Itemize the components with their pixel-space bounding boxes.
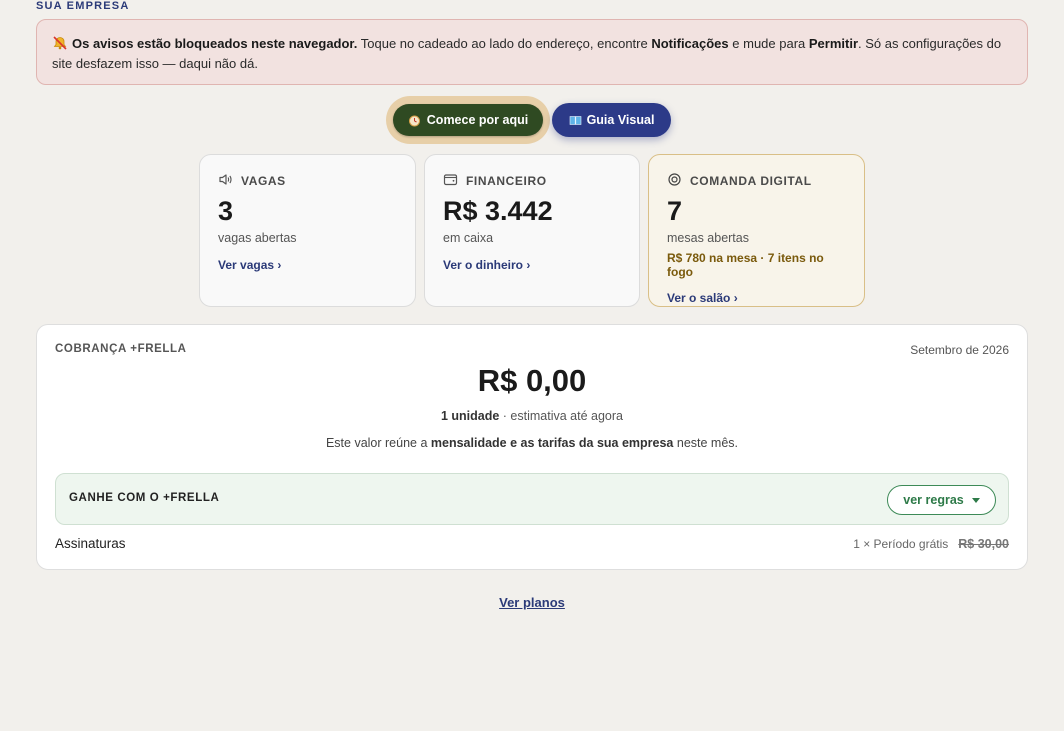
card-financeiro-value: R$ 3.442 <box>443 196 553 226</box>
billing-desc-1: Este valor reúne a <box>325 436 431 450</box>
card-financeiro-sub: em caixa <box>443 231 494 245</box>
see-rules-button[interactable]: ver regras <box>887 485 996 515</box>
alert-allow: Permitir <box>808 36 859 51</box>
card-vagas-title: VAGAS <box>241 174 286 188</box>
card-comanda-sub: mesas abertas <box>667 231 749 245</box>
alert-notifications: Notificações <box>651 36 729 51</box>
book-icon <box>569 114 582 127</box>
billing-desc-2: neste mês. <box>673 436 739 450</box>
earn-section: GANHE COM O +FRELLA ver regras <box>55 473 1009 525</box>
subscriptions-row: Assinaturas 1 × Período grátis R$ 30,00 <box>55 536 1009 554</box>
card-comanda-title: COMANDA DIGITAL <box>690 174 812 188</box>
visual-guide-label: Guia Visual <box>586 113 655 127</box>
start-here-button-wrap: Comece por aqui <box>386 96 550 144</box>
card-vagas-value: 3 <box>218 196 234 226</box>
cta-row: Comece por aqui Guia Visual <box>0 96 1064 144</box>
see-money-link[interactable]: Ver o dinheiro › <box>443 258 621 272</box>
see-rules-label: ver regras <box>903 493 964 507</box>
alarm-clock-icon <box>408 114 421 127</box>
billing-desc-bold: mensalidade e as tarifas da sua empresa <box>430 436 674 450</box>
billing-units-bold: 1 unidade <box>440 409 500 423</box>
billing-description: Este valor reúne a mensalidade e as tari… <box>37 436 1027 450</box>
speaker-icon <box>218 172 233 190</box>
subscriptions-name: Assinaturas <box>55 536 126 551</box>
card-comanda-extra: R$ 780 na mesa · 7 itens no fogo <box>667 251 824 279</box>
billing-amount: R$ 0,00 <box>477 363 587 398</box>
card-financeiro: FINANCEIRO R$ 3.442 em caixa Ver o dinhe… <box>424 154 640 307</box>
see-floor-link[interactable]: Ver o salão › <box>667 291 846 305</box>
card-vagas-sub: vagas abertas <box>218 231 297 245</box>
notifications-blocked-alert: Os avisos estão bloqueados neste navegad… <box>36 19 1028 85</box>
billing-title: COBRANÇA +FRELLA <box>55 343 187 355</box>
visual-guide-button[interactable]: Guia Visual <box>552 103 671 137</box>
section-label: SUA EMPRESA <box>36 0 130 12</box>
target-icon <box>667 172 682 190</box>
earn-label: GANHE COM O +FRELLA <box>69 492 220 504</box>
billing-units: 1 unidade · estimativa até agora <box>37 409 1027 423</box>
billing-panel: COBRANÇA +FRELLA Setembro de 2026 R$ 0,0… <box>36 324 1028 570</box>
start-here-label: Comece por aqui <box>426 113 529 127</box>
alert-text-2: e mude para <box>728 36 809 51</box>
card-comanda-digital: COMANDA DIGITAL 7 mesas abertas R$ 780 n… <box>648 154 865 307</box>
see-jobs-link[interactable]: Ver vagas › <box>218 258 397 272</box>
alert-text-1: Toque no cadeado ao lado do endereço, en… <box>357 36 652 51</box>
card-comanda-value: 7 <box>667 196 683 226</box>
subscriptions-detail: 1 × Período grátis <box>853 537 949 551</box>
see-plans-link[interactable]: Ver planos <box>0 595 1064 610</box>
subscriptions-detail-wrap: 1 × Período grátis R$ 30,00 <box>853 537 1009 551</box>
card-vagas: VAGAS 3 vagas abertas Ver vagas › <box>199 154 416 307</box>
wallet-icon <box>443 172 458 190</box>
billing-units-rest: · estimativa até agora <box>499 409 623 423</box>
alert-lead: Os avisos estão bloqueados neste navegad… <box>72 36 358 51</box>
start-here-button[interactable]: Comece por aqui <box>393 104 543 136</box>
subscriptions-price: R$ 30,00 <box>958 537 1009 551</box>
billing-period: Setembro de 2026 <box>910 343 1009 357</box>
caret-down-icon <box>971 497 980 503</box>
card-financeiro-title: FINANCEIRO <box>466 174 547 188</box>
bell-off-icon <box>52 36 68 50</box>
